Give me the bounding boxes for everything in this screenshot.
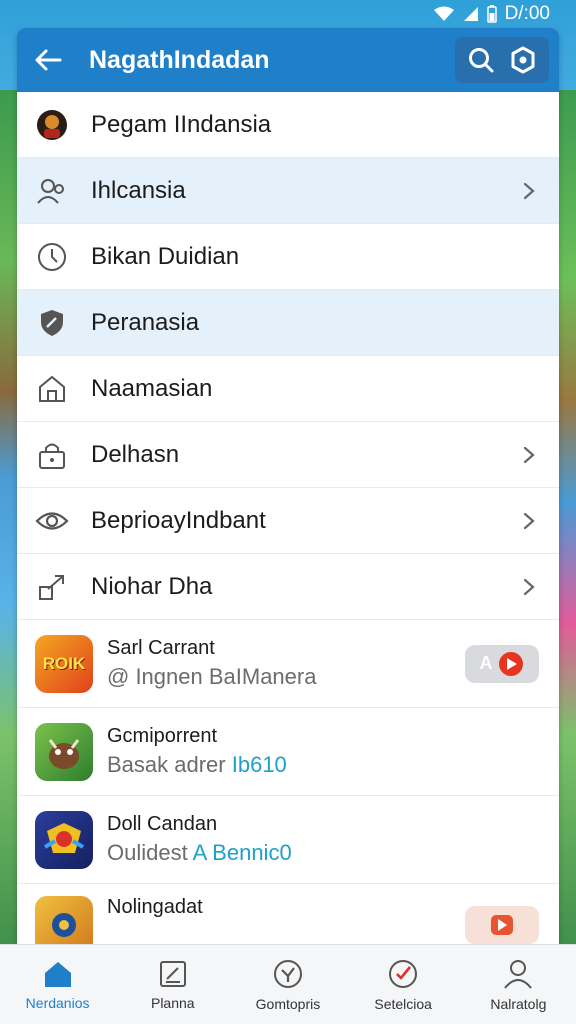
menu-item-label: Peranasia — [91, 308, 200, 336]
home-icon — [44, 961, 71, 987]
app-subtitle-text: Basak adrer — [107, 752, 232, 777]
avatar-icon — [35, 108, 69, 142]
share-icon — [35, 570, 69, 604]
menu-item-label: Ihlcansia — [91, 176, 186, 204]
menu-item-label: Bikan Duidian — [91, 242, 240, 270]
app-text: Nolingadat — [107, 896, 465, 919]
nav-label: Planna — [150, 994, 195, 1011]
app-bar: NagathIndadan — [17, 28, 559, 92]
chevron-right-icon — [519, 512, 539, 530]
app-row[interactable]: Doll Candan Oulidest A Bennic0 — [17, 796, 559, 884]
arrow-left-icon — [35, 49, 62, 71]
app-subtitle: Oulidest A Bennic0 — [107, 840, 539, 866]
app-text: Sarl Carrant @ Ingnen BaIManera — [107, 637, 465, 690]
chevron-right-icon — [519, 578, 539, 596]
menu-item-label: Niohar Dha — [91, 572, 213, 600]
app-subtitle-accent: Ib610 — [231, 752, 287, 777]
home-icon — [35, 372, 69, 406]
menu-item-users[interactable]: Ihlcansia — [17, 158, 559, 224]
signal-icon — [463, 6, 479, 22]
lock-icon — [35, 438, 69, 472]
menu-item-label: Naamasian — [91, 374, 213, 402]
play-icon — [498, 651, 523, 676]
app-subtitle: Basak adrer Ib610 — [107, 752, 539, 778]
app-name: Sarl Carrant — [107, 637, 215, 659]
menu-item-share[interactable]: Niohar Dha — [17, 554, 559, 620]
menu-item-schedule[interactable]: Bikan Duidian — [17, 224, 559, 290]
check-circle-icon — [389, 959, 418, 988]
user-group-icon — [35, 174, 69, 208]
app-text: Gcmiporrent Basak adrer Ib610 — [107, 725, 539, 778]
app-icon-gear — [35, 896, 93, 944]
settings-icon — [511, 46, 535, 74]
nav-label: Nerdanios — [25, 994, 90, 1011]
app-row[interactable]: Nolingadat — [17, 884, 559, 944]
nav-item-nalratolg[interactable]: Nalratolg — [463, 958, 573, 1012]
battery-icon — [486, 5, 497, 23]
app-name: Doll Candan — [107, 813, 218, 835]
menu-item-security[interactable]: Peranasia — [17, 290, 559, 356]
edit-icon — [159, 960, 186, 987]
nav-item-planna[interactable]: Planna — [118, 959, 228, 1011]
badge-label: A — [479, 653, 493, 673]
profile-icon — [504, 959, 533, 989]
app-bar-actions — [455, 37, 549, 83]
settings-panel: NagathIndadan Pegam IIndansia Ihlcansia — [17, 28, 559, 944]
background-scenery-right — [558, 90, 576, 950]
settings-button[interactable] — [503, 41, 543, 79]
app-subtitle: @ Ingnen BaIManera — [107, 664, 465, 690]
back-button[interactable] — [31, 43, 65, 77]
menu-item-label: Pegam IIndansia — [91, 110, 272, 138]
app-subtitle-text: @ Ingnen BaIManera — [107, 664, 317, 689]
status-time: D/:00 — [504, 3, 550, 24]
search-icon — [469, 48, 494, 73]
chevron-right-icon — [519, 182, 539, 200]
menu-item-profile[interactable]: Pegam IIndansia — [17, 92, 559, 158]
menu-item-privacy[interactable]: BeprioayIndbant — [17, 488, 559, 554]
compass-icon — [273, 959, 302, 988]
app-subtitle-accent: A Bennic0 — [192, 840, 292, 865]
page-title: NagathIndadan — [89, 45, 270, 74]
search-button[interactable] — [461, 41, 501, 79]
menu-item-label: Delhasn — [91, 440, 180, 468]
nav-label: Setelcioa — [374, 995, 432, 1012]
wifi-icon — [433, 6, 455, 22]
status-bar: D/:00 — [0, 0, 576, 28]
menu-item-lock[interactable]: Delhasn — [17, 422, 559, 488]
app-text: Doll Candan Oulidest A Bennic0 — [107, 813, 539, 866]
nav-item-home[interactable]: Nerdanios — [3, 959, 113, 1011]
app-icon-roik: ROIK — [35, 634, 93, 693]
app-icon-creature — [35, 722, 93, 781]
menu-item-label: BeprioayIndbant — [91, 506, 266, 534]
app-icon-knight — [35, 810, 93, 869]
app-name: Gcmiporrent — [107, 725, 218, 747]
chevron-right-icon — [519, 446, 539, 464]
app-row[interactable]: Gcmiporrent Basak adrer Ib610 — [17, 708, 559, 796]
shield-icon — [35, 306, 69, 340]
eye-icon — [35, 504, 69, 538]
background-scenery-left — [0, 90, 18, 950]
app-row[interactable]: ROIK Sarl Carrant @ Ingnen BaIManera A — [17, 620, 559, 708]
clock-icon — [35, 240, 69, 274]
bottom-nav: Nerdanios Planna Gomtopris Setelcioa Nal… — [0, 944, 576, 1024]
menu-item-home[interactable]: Naamasian — [17, 356, 559, 422]
nav-label: Nalratolg — [490, 995, 547, 1012]
app-subtitle-text: Oulidest — [107, 840, 193, 865]
nav-item-gomtopris[interactable]: Gomtopris — [233, 958, 343, 1012]
app-name: Nolingadat — [107, 896, 203, 918]
app-badge[interactable] — [465, 906, 539, 944]
play-icon — [491, 915, 513, 935]
nav-label: Gomtopris — [255, 995, 321, 1012]
app-icon-text: ROIK — [42, 653, 86, 673]
nav-item-setelcioa[interactable]: Setelcioa — [348, 958, 458, 1012]
app-badge[interactable]: A — [465, 644, 539, 683]
